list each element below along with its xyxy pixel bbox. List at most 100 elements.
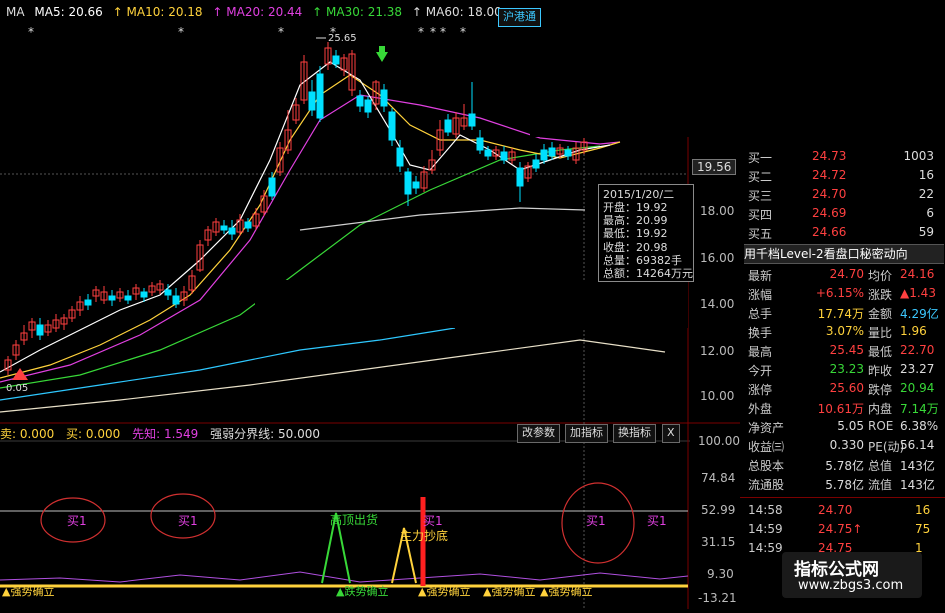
quote-row: 换手 3.07% 量比 1.96 xyxy=(740,324,945,343)
ma-line xyxy=(0,145,601,389)
quote-key: 最高 xyxy=(748,345,773,359)
asterisk-marker: * xyxy=(28,25,34,39)
quote-row: 净资产 5.05 ROE 6.38% xyxy=(740,419,945,438)
level2-banner[interactable]: 用千档Level-2看盘口秘密动向 xyxy=(744,244,944,264)
quote-key: 总值 xyxy=(868,459,893,473)
order-book-label: 买五 xyxy=(748,227,773,241)
ma30-value: ↑ MA30: 21.38 xyxy=(312,5,403,19)
candle-body xyxy=(228,227,236,235)
ind-axis-7484: 74.84 xyxy=(701,471,736,485)
quote-key: 流值 xyxy=(868,478,893,492)
ma-line xyxy=(299,207,586,231)
watermark-url: www.zbgs3.com xyxy=(798,578,904,593)
occlusion-block xyxy=(255,280,688,328)
quote-value: 1.96 xyxy=(900,324,927,338)
candle-body xyxy=(308,91,316,111)
stock-chart-window: * * * * * * * * MA MA5: 20.66 ↑ MA10: 20.18 ↑ M… xyxy=(0,0,945,609)
order-book-volume: 59 xyxy=(918,225,934,239)
ohlc-tooltip: 2015/1/20/二 开盘：19.92 最高：20.99 最低：19.92 收… xyxy=(598,184,694,282)
candle-body xyxy=(476,137,484,151)
index-tab-hk-connect[interactable]: 沪港通 xyxy=(498,8,541,27)
quote-row: 今开 23.23 昨收 23.27 xyxy=(740,362,945,381)
ind-axis-3115: 31.15 xyxy=(701,535,736,549)
signal-strong-4: ▲强势确立 xyxy=(540,585,593,598)
trade-row: 14:59 24.75↑ 75 xyxy=(740,522,945,541)
candle-body xyxy=(468,113,476,127)
trade-price: 24.70 xyxy=(818,503,853,517)
quote-row: 涨停 25.60 跌停 20.94 xyxy=(740,381,945,400)
quote-key: 收益㈢ xyxy=(748,440,785,454)
price-axis-1956: 19.56 xyxy=(692,159,737,175)
quote-row: 最高 25.45 最低 22.70 xyxy=(740,343,945,362)
order-book-price: 24.73 xyxy=(812,149,847,163)
candle-body xyxy=(380,89,388,107)
foresee-line xyxy=(0,571,689,583)
candle-body xyxy=(164,289,172,296)
candle-body xyxy=(540,149,548,161)
quote-value: 0.330 xyxy=(829,438,864,452)
quote-value: 25.60 xyxy=(829,381,864,395)
quote-value: 5.78亿 xyxy=(825,459,864,473)
quote-row: 流通股 5.78亿 流值 143亿 xyxy=(740,476,945,495)
candle-body xyxy=(364,99,372,113)
quote-row: 总手 17.74万 金额 4.29亿 xyxy=(740,305,945,324)
signal-drop: ▲跌势确立 xyxy=(336,585,389,598)
candle-body xyxy=(140,291,148,298)
quote-key: 金额 xyxy=(868,307,893,321)
trade-price: 24.75↑ xyxy=(818,522,863,536)
quote-key: 涨停 xyxy=(748,383,773,397)
quote-key: 昨收 xyxy=(868,364,893,378)
quote-value: 6.38% xyxy=(900,419,939,433)
add-indicator-button[interactable]: 加指标 xyxy=(565,424,608,443)
quote-value: 22.70 xyxy=(900,343,935,357)
quote-value: 24.70 xyxy=(829,267,864,281)
down-arrow-icon-stem xyxy=(379,46,385,53)
quote-value: 56.14 xyxy=(900,438,935,452)
asterisk-marker: * xyxy=(278,25,284,39)
quote-key: 流通股 xyxy=(748,478,785,492)
quote-row: 总股本 5.78亿 总值 143亿 xyxy=(740,457,945,476)
order-book-label: 买三 xyxy=(748,189,773,203)
ohlc-amount: 总额：14264万元 xyxy=(603,267,693,280)
quote-value: 143亿 xyxy=(900,478,935,492)
ma10-value: ↑ MA10: 20.18 xyxy=(112,5,203,19)
close-indicator-button[interactable]: X xyxy=(662,424,680,443)
ma-line xyxy=(0,327,456,401)
high-price-marker: 25.65 xyxy=(328,33,357,44)
candle-body xyxy=(516,167,524,187)
switch-indicator-button[interactable]: 换指标 xyxy=(613,424,656,443)
trade-time: 14:58 xyxy=(748,503,783,517)
edit-params-button[interactable]: 改参数 xyxy=(517,424,560,443)
quote-key: 外盘 xyxy=(748,402,773,416)
quote-key: 跌停 xyxy=(868,383,893,397)
candle-body xyxy=(396,147,404,167)
candle-body xyxy=(404,171,412,195)
candle-body xyxy=(444,119,452,133)
candle-body xyxy=(316,73,324,119)
quote-value: 17.74万 xyxy=(817,307,864,321)
order-book-row: 买三 24.70 22 xyxy=(740,187,945,206)
ind-sell: 卖: 0.000 xyxy=(0,427,55,441)
quote-key: 均价 xyxy=(868,269,893,283)
trade-time: 14:59 xyxy=(748,522,783,536)
occlusion-block-top xyxy=(530,25,690,137)
quote-key: 净资产 xyxy=(748,421,785,435)
asterisk-marker: * xyxy=(440,25,446,39)
watermark-title: 指标公式网 xyxy=(794,560,879,580)
price-axis-1600: 16.00 xyxy=(700,251,735,265)
quote-key: 量比 xyxy=(868,326,893,340)
signal-strong-3: ▲强势确立 xyxy=(483,585,536,598)
asterisk-marker: * xyxy=(418,25,424,39)
quote-value: 4.29亿 xyxy=(900,307,939,321)
candle-body xyxy=(244,221,252,229)
quote-value: 5.05 xyxy=(837,419,864,433)
quote-key: PE(动) xyxy=(868,440,905,454)
candle-body xyxy=(388,111,396,141)
indicator-header: 卖: 0.000 买: 0.000 先知: 1.549 强弱分界线: 50.00… xyxy=(0,425,320,441)
trade-row: 14:58 24.70 16 xyxy=(740,503,945,522)
quote-key: 今开 xyxy=(748,364,773,378)
ma-legend: MA MA5: 20.66 ↑ MA10: 20.18 ↑ MA20: 20.4… xyxy=(6,5,508,25)
trade-qty: 16 xyxy=(915,503,931,517)
ind-line: 强弱分界线: 50.000 xyxy=(210,427,320,441)
trade-time: 14:59 xyxy=(748,541,783,555)
